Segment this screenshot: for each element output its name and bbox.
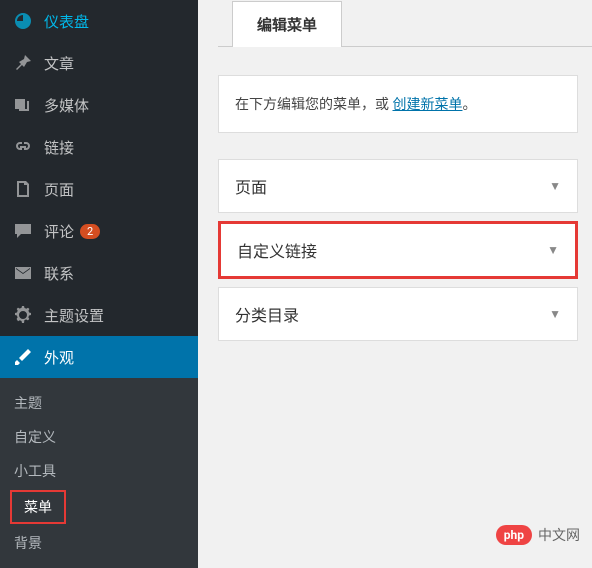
accordion-group: 页面 ▼ 自定义链接 ▼ 分类目录 ▼: [218, 159, 578, 341]
sidebar-item-label: 外观: [44, 347, 74, 368]
submenu-background[interactable]: 背景: [0, 526, 198, 560]
sidebar-item-label: 文章: [44, 53, 74, 74]
accordion-custom-links[interactable]: 自定义链接 ▼: [218, 221, 578, 279]
appearance-submenu: 主题 自定义 小工具 菜单 背景: [0, 378, 198, 568]
dashboard-icon: [12, 10, 34, 32]
helper-suffix: 。: [462, 97, 476, 113]
watermark: php 中文网: [496, 525, 580, 545]
tab-bar: 编辑菜单: [218, 0, 592, 47]
tab-edit-menu[interactable]: 编辑菜单: [232, 1, 342, 47]
sidebar-item-label: 链接: [44, 137, 74, 158]
link-icon: [12, 136, 34, 158]
watermark-text: 中文网: [538, 525, 580, 545]
pin-icon: [12, 52, 34, 74]
chevron-down-icon: ▼: [547, 243, 559, 257]
comment-icon: [12, 220, 34, 242]
submenu-widgets[interactable]: 小工具: [0, 454, 198, 488]
sidebar-item-contact[interactable]: 联系: [0, 252, 198, 294]
sidebar-item-media[interactable]: 多媒体: [0, 84, 198, 126]
sidebar-item-appearance[interactable]: 外观: [0, 336, 198, 378]
comment-count-badge: 2: [80, 224, 100, 239]
submenu-menus[interactable]: 菜单: [10, 490, 66, 524]
sidebar-item-label: 仪表盘: [44, 11, 89, 32]
sidebar-item-comments[interactable]: 评论 2: [0, 210, 198, 252]
gear-icon: [12, 304, 34, 326]
sidebar-item-label: 页面: [44, 179, 74, 200]
submenu-customize[interactable]: 自定义: [0, 420, 198, 454]
sidebar-item-label: 联系: [44, 263, 74, 284]
accordion-pages[interactable]: 页面 ▼: [218, 159, 578, 213]
media-icon: [12, 94, 34, 116]
chevron-down-icon: ▼: [549, 307, 561, 321]
sidebar-item-links[interactable]: 链接: [0, 126, 198, 168]
sidebar-item-pages[interactable]: 页面: [0, 168, 198, 210]
sidebar-item-posts[interactable]: 文章: [0, 42, 198, 84]
page-icon: [12, 178, 34, 200]
sidebar-item-label: 多媒体: [44, 95, 89, 116]
admin-sidebar: 仪表盘 文章 多媒体 链接 页面 评论 2 联系 主题设置 外观 主题 自定义 …: [0, 0, 198, 563]
accordion-label: 分类目录: [235, 302, 299, 326]
sidebar-item-theme-settings[interactable]: 主题设置: [0, 294, 198, 336]
sidebar-item-dashboard[interactable]: 仪表盘: [0, 0, 198, 42]
accordion-label: 页面: [235, 174, 267, 198]
accordion-label: 自定义链接: [237, 238, 317, 262]
submenu-themes[interactable]: 主题: [0, 386, 198, 420]
accordion-categories[interactable]: 分类目录 ▼: [218, 287, 578, 341]
sidebar-item-label: 评论: [44, 221, 74, 242]
main-content: 编辑菜单 在下方编辑您的菜单，或 创建新菜单。 页面 ▼ 自定义链接 ▼ 分类目…: [198, 0, 592, 563]
mail-icon: [12, 262, 34, 284]
create-menu-link[interactable]: 创建新菜单: [392, 97, 462, 113]
helper-panel: 在下方编辑您的菜单，或 创建新菜单。: [218, 75, 578, 133]
helper-prefix: 在下方编辑您的菜单，或: [235, 97, 389, 113]
brush-icon: [12, 346, 34, 368]
watermark-badge: php: [496, 525, 532, 545]
sidebar-item-label: 主题设置: [44, 305, 104, 326]
chevron-down-icon: ▼: [549, 179, 561, 193]
